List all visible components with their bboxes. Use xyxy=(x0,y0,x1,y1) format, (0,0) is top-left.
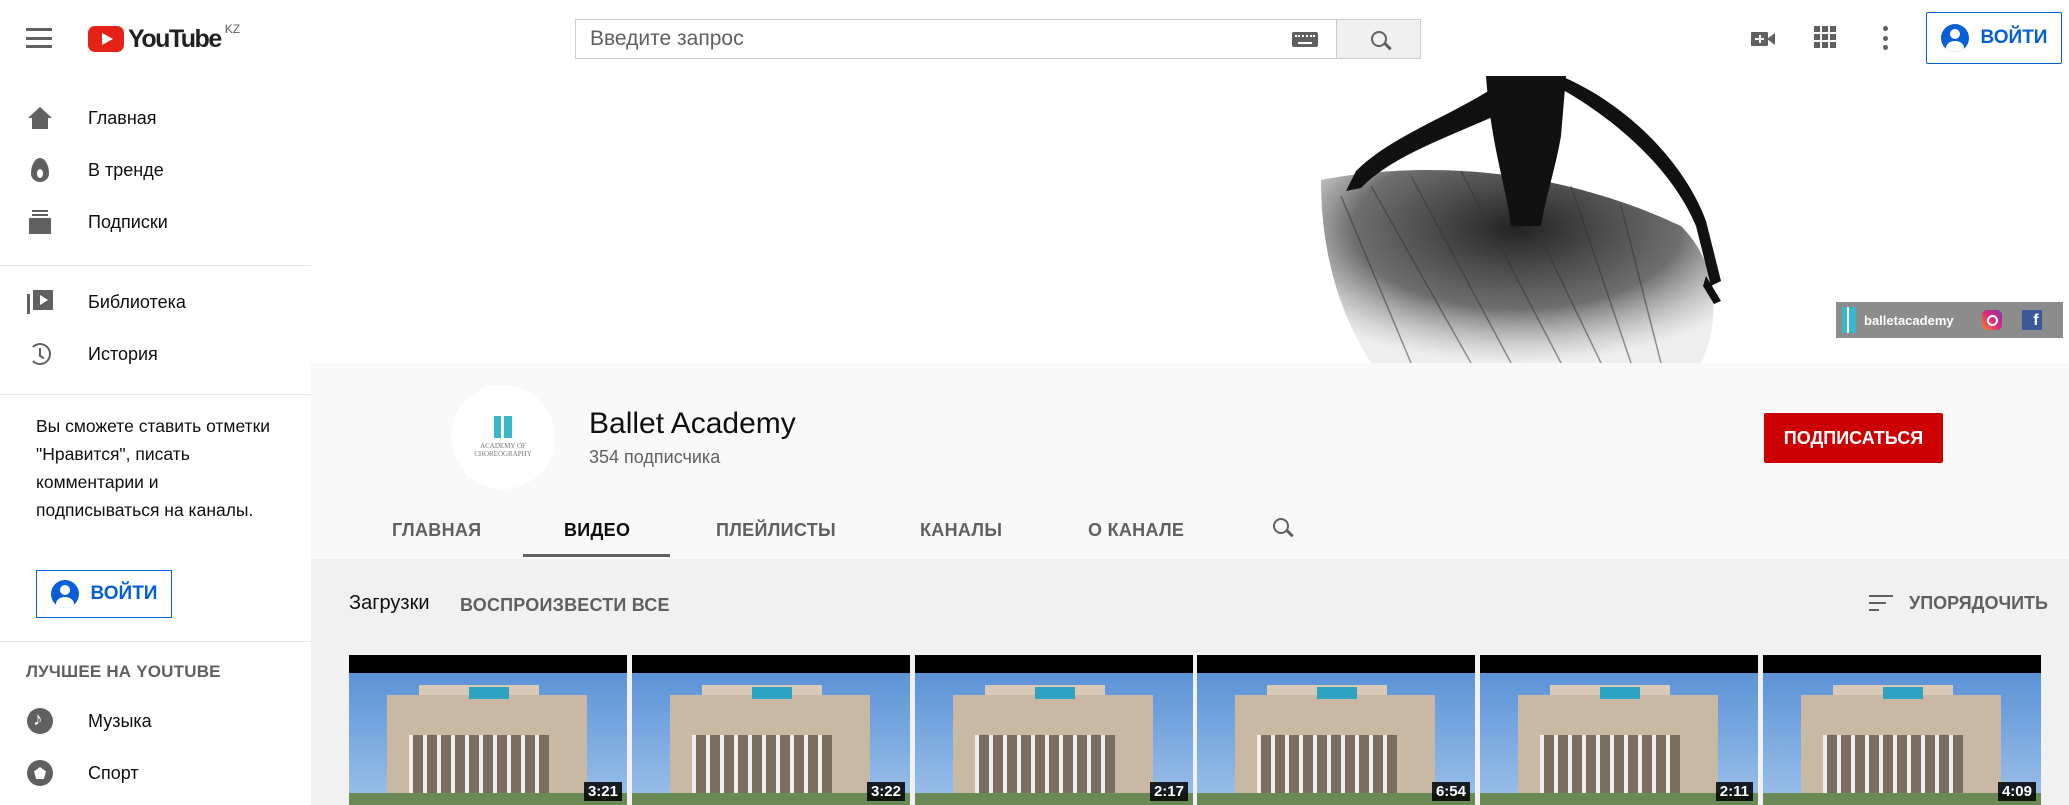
sidebar-item-library[interactable]: Библиотека xyxy=(0,276,311,328)
signin-button[interactable]: ВОЙТИ xyxy=(1926,12,2062,64)
sidebar-item-sport[interactable]: Спорт xyxy=(0,747,311,799)
divider xyxy=(0,265,311,266)
video-thumbnail[interactable]: 2:17 xyxy=(915,655,1193,805)
channel-banner: balletacademy f xyxy=(311,76,2069,363)
subscriptions-icon-wrap xyxy=(27,209,53,235)
sidebar-item-label: История xyxy=(88,343,158,364)
signin-label: ВОЙТИ xyxy=(90,583,158,604)
signin-label: ВОЙТИ xyxy=(1980,27,2048,48)
keyboard-icon[interactable] xyxy=(1292,32,1318,47)
sidebar: Главная В тренде Подписки Библиотека Ист… xyxy=(0,76,311,805)
create-video-icon[interactable] xyxy=(1751,30,1775,48)
avatar-text: ACADEMY OF CHOREOGRAPHY xyxy=(474,442,532,458)
music-icon xyxy=(27,708,53,734)
videos-section: Загрузки ВОСПРОИЗВЕСТИ ВСЕ УПОРЯДОЧИТЬ 3… xyxy=(311,559,2069,805)
sport-icon-wrap xyxy=(27,760,53,786)
subscriptions-icon xyxy=(29,210,51,234)
sidebar-item-history[interactable]: История xyxy=(0,328,311,380)
instagram-icon[interactable] xyxy=(1981,310,2002,330)
play-all-button[interactable]: ВОСПРОИЗВЕСТИ ВСЕ xyxy=(460,595,670,616)
video-thumbnail[interactable]: 6:54 xyxy=(1197,655,1475,805)
search-bar: Введите запрос xyxy=(575,19,1421,59)
fire-icon-wrap xyxy=(27,157,53,183)
account-icon xyxy=(1940,24,1969,52)
sidebar-item-music[interactable]: Музыка xyxy=(0,695,311,747)
sidebar-item-trending[interactable]: В тренде xyxy=(0,144,311,196)
sidebar-item-subscriptions[interactable]: Подписки xyxy=(0,196,311,248)
more-icon[interactable] xyxy=(1883,26,1889,50)
sidebar-item-label: Библиотека xyxy=(88,291,186,312)
video-thumbnail[interactable]: 4:09 xyxy=(1763,655,2041,805)
library-icon xyxy=(27,290,53,314)
video-duration: 3:21 xyxy=(583,782,622,801)
top-bar: YouTube KZ Введите запрос ВОЙТИ xyxy=(0,0,2069,76)
tab-about[interactable]: О КАНАЛЕ xyxy=(1088,501,1184,559)
academy-logo-icon xyxy=(1842,307,1856,333)
home-icon-wrap xyxy=(27,105,53,131)
channel-header: ACADEMY OF CHOREOGRAPHY Ballet Academy 3… xyxy=(311,363,2069,559)
library-icon-wrap xyxy=(27,289,53,315)
sort-button[interactable]: УПОРЯДОЧИТЬ xyxy=(1869,593,2048,614)
video-duration: 6:54 xyxy=(1431,782,1470,801)
facebook-icon[interactable]: f xyxy=(2021,310,2042,330)
tab-home[interactable]: ГЛАВНАЯ xyxy=(392,501,481,559)
logo-text: YouTube xyxy=(128,24,222,53)
ballet-dancer-image xyxy=(1321,76,1721,363)
history-icon xyxy=(29,343,51,365)
video-duration: 3:22 xyxy=(866,782,905,801)
sort-label: УПОРЯДОЧИТЬ xyxy=(1909,593,2048,613)
tab-videos[interactable]: ВИДЕО xyxy=(564,501,630,559)
uploads-title: Загрузки xyxy=(349,592,430,614)
sidebar-item-label: Подписки xyxy=(88,211,168,232)
channel-search-button[interactable] xyxy=(1273,518,1293,538)
subscribe-button[interactable]: ПОДПИСАТЬСЯ xyxy=(1764,413,1943,463)
music-icon-wrap xyxy=(27,708,53,734)
logo-country: KZ xyxy=(224,22,241,36)
subscriber-count: 354 подписчика xyxy=(589,447,721,467)
sidebar-item-home[interactable]: Главная xyxy=(0,92,311,144)
divider xyxy=(0,641,311,642)
divider xyxy=(0,394,311,395)
channel-tabs: ГЛАВНАЯ ВИДЕО ПЛЕЙЛИСТЫ КАНАЛЫ О КАНАЛЕ xyxy=(311,501,2069,559)
youtube-logo[interactable]: YouTube KZ xyxy=(88,22,241,54)
search-icon xyxy=(1370,31,1387,47)
apps-icon[interactable] xyxy=(1814,26,1836,48)
social-links-bar: balletacademy f xyxy=(1836,302,2063,338)
tab-channels[interactable]: КАНАЛЫ xyxy=(920,501,1002,559)
sidebar-signin-button[interactable]: ВОЙТИ xyxy=(36,570,172,618)
sport-icon xyxy=(27,760,53,786)
video-thumbnail[interactable]: 3:22 xyxy=(632,655,910,805)
sidebar-item-label: В тренде xyxy=(88,159,164,180)
video-duration: 2:17 xyxy=(1149,782,1188,801)
social-handle[interactable]: balletacademy xyxy=(1864,313,1954,328)
sidebar-item-label: Спорт xyxy=(88,762,139,783)
channel-name: Ballet Academy xyxy=(589,407,796,440)
search-icon xyxy=(1273,518,1289,534)
signin-prompt-text: Вы сможете ставить отметки "Нравится", п… xyxy=(36,416,271,520)
search-button[interactable] xyxy=(1336,19,1421,59)
video-thumbnail[interactable]: 3:21 xyxy=(349,655,627,805)
history-icon-wrap xyxy=(27,341,53,367)
active-tab-indicator xyxy=(523,554,670,557)
fire-icon xyxy=(31,158,49,182)
video-duration: 2:11 xyxy=(1715,782,1753,801)
best-of-youtube-title: ЛУЧШЕЕ НА YOUTUBE xyxy=(26,662,221,681)
menu-icon[interactable] xyxy=(26,28,52,48)
home-icon xyxy=(28,107,52,129)
search-placeholder: Введите запрос xyxy=(590,27,744,50)
youtube-play-icon xyxy=(88,26,124,52)
sidebar-item-label: Музыка xyxy=(88,710,152,731)
search-input[interactable]: Введите запрос xyxy=(575,19,1336,59)
sort-icon xyxy=(1869,594,1893,613)
account-icon xyxy=(50,580,79,608)
channel-avatar[interactable]: ACADEMY OF CHOREOGRAPHY xyxy=(451,385,555,489)
tab-playlists[interactable]: ПЛЕЙЛИСТЫ xyxy=(716,501,836,559)
video-thumbnail[interactable]: 2:11 xyxy=(1480,655,1758,805)
academy-logo-icon xyxy=(494,416,512,438)
sidebar-item-label: Главная xyxy=(88,107,157,128)
video-duration: 4:09 xyxy=(1997,782,2036,801)
